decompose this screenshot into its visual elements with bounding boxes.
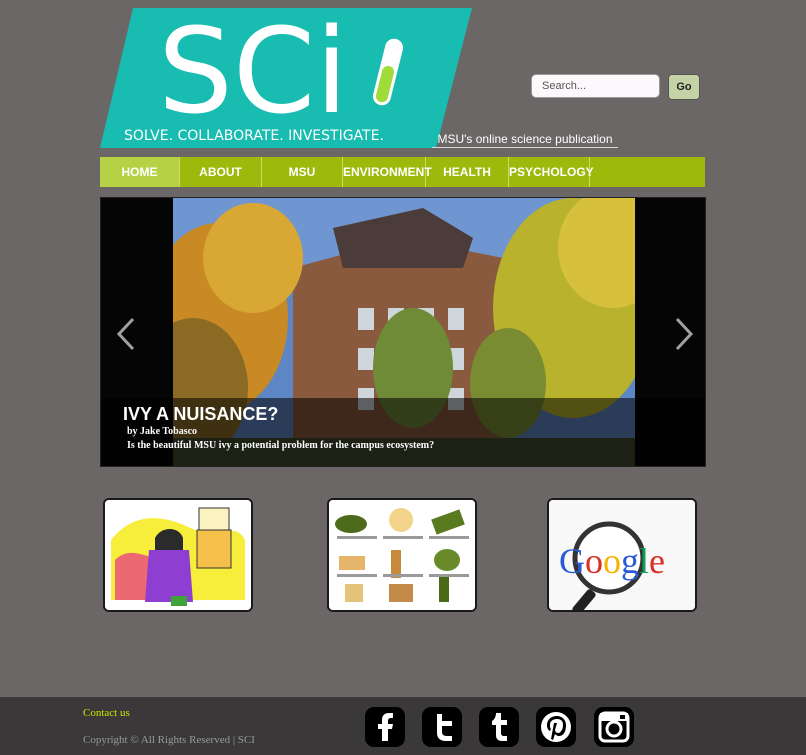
logo-motto: SOLVE. COLLABORATE. INVESTIGATE.: [124, 128, 384, 144]
site-footer: Contact us Copyright © All Rights Reserv…: [0, 697, 806, 755]
article-thumbnail-new-year[interactable]: [103, 498, 253, 612]
sci-logo[interactable]: SCi SOLVE. COLLABORATE. INVESTIGATE.: [100, 2, 472, 148]
main-nav: HOME ABOUT MSU ENVIRONMENT HEALTH PSYCHO…: [100, 157, 705, 187]
slide-summary: Is the beautiful MSU ivy a potential pro…: [127, 440, 435, 451]
contact-us-link[interactable]: Contact us: [83, 707, 130, 719]
nav-item-environment[interactable]: ENVIRONMENT: [343, 157, 432, 187]
tumblr-icon[interactable]: [479, 707, 519, 747]
google-logo-text: Google: [559, 541, 665, 581]
nav-item-about[interactable]: ABOUT: [180, 157, 262, 187]
logo-text: SCi: [158, 8, 348, 140]
article-thumbnail-champagne[interactable]: [327, 498, 477, 612]
google-magnifier-image: Google: [549, 500, 695, 610]
copyright-text: Copyright © All Rights Reserved | SCI: [83, 734, 255, 746]
nav-item-msu[interactable]: MSU: [262, 157, 343, 187]
search-go-button[interactable]: Go: [668, 74, 700, 100]
nav-item-health[interactable]: HEALTH: [426, 157, 509, 187]
pinterest-icon[interactable]: [536, 707, 576, 747]
article-thumbnail-google[interactable]: Google: [547, 498, 697, 612]
chevron-right-icon[interactable]: [673, 317, 695, 359]
slide-title[interactable]: IVY A NUISANCE?: [123, 404, 278, 425]
slide-author: by Jake Tobasco: [127, 426, 198, 437]
slide-caption: IVY A NUISANCE? by Jake Tobasco Is the b…: [101, 398, 705, 466]
facebook-icon[interactable]: [365, 707, 405, 747]
sci-logo-graphic: SCi SOLVE. COLLABORATE. INVESTIGATE.: [100, 2, 472, 148]
nav-item-psychology[interactable]: PSYCHOLOGY: [509, 157, 594, 187]
featured-slider[interactable]: IVY A NUISANCE? by Jake Tobasco Is the b…: [100, 197, 706, 467]
site-tagline: MSU's online science publication: [432, 132, 618, 148]
twitter-icon[interactable]: [422, 707, 462, 747]
chevron-left-icon[interactable]: [115, 317, 137, 359]
nav-item-home[interactable]: HOME: [100, 157, 180, 187]
instagram-icon[interactable]: [594, 707, 634, 747]
search-input[interactable]: [531, 74, 660, 98]
new-year-cartoon-image: [105, 500, 251, 610]
champagne-infographic-image: [329, 500, 475, 610]
